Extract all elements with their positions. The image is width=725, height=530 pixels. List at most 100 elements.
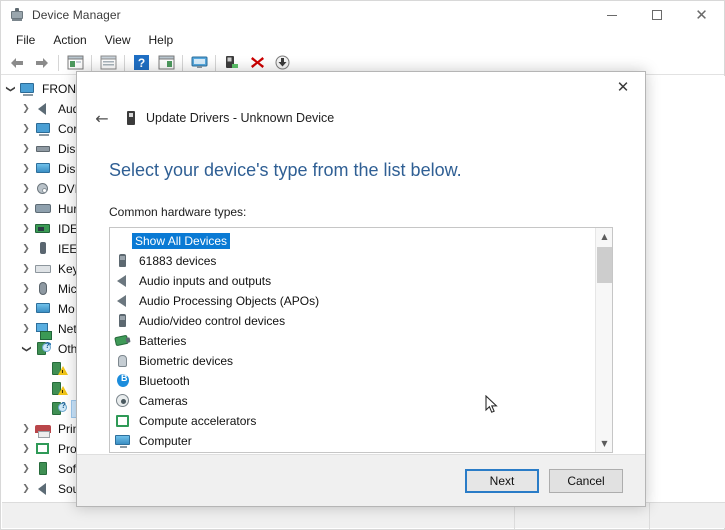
keyboard-icon (34, 261, 52, 277)
close-icon: ✕ (695, 5, 708, 24)
menu-help[interactable]: Help (140, 31, 183, 49)
forward-button[interactable] (30, 52, 54, 74)
sound-controller-icon (34, 481, 52, 497)
speaker-icon (114, 293, 132, 309)
software-device-icon (34, 461, 52, 477)
chevron-down-icon[interactable]: ❯ (16, 341, 36, 357)
chevron-right-icon[interactable]: ❯ (18, 459, 34, 479)
list-item[interactable]: Show All Devices (114, 231, 595, 251)
window-title: Device Manager (32, 8, 121, 22)
chevron-right-icon[interactable]: ❯ (18, 279, 34, 299)
list-item[interactable]: Batteries (114, 331, 595, 351)
chevron-right-icon[interactable]: ❯ (18, 259, 34, 279)
scrollbar-thumb[interactable] (597, 247, 612, 283)
disk-drive-icon (34, 141, 52, 157)
network-adapter-icon (34, 321, 52, 340)
chevron-right-icon[interactable]: ❯ (18, 99, 34, 119)
list-item[interactable]: Bluetooth (114, 371, 595, 391)
dialog-title: Update Drivers - Unknown Device (146, 111, 335, 125)
chevron-right-icon[interactable]: ❯ (18, 179, 34, 199)
menu-action[interactable]: Action (44, 31, 95, 49)
biometric-icon (114, 353, 132, 369)
chevron-right-icon[interactable]: ❯ (18, 219, 34, 239)
chevron-right-icon[interactable]: ❯ (18, 419, 34, 439)
chevron-down-icon: ▼ (601, 439, 608, 448)
window-controls: ✕ (589, 1, 724, 29)
list-item[interactable]: Computer (114, 431, 595, 451)
list-scrollbar[interactable]: ▲ ▼ (595, 228, 612, 452)
chevron-right-icon[interactable]: ❯ (18, 119, 34, 139)
back-button[interactable] (5, 52, 29, 74)
unknown-device-selected-icon (50, 401, 68, 417)
menu-file[interactable]: File (7, 31, 44, 49)
list-item-label: Audio/video control devices (139, 314, 286, 328)
close-icon: ✕ (616, 78, 630, 96)
scroll-down-button[interactable]: ▼ (596, 435, 612, 452)
list-item[interactable]: Audio inputs and outputs (114, 271, 595, 291)
chevron-right-icon[interactable]: ❯ (18, 439, 34, 459)
screen: Device Manager ✕ File Action View Help ?… (0, 0, 725, 530)
svg-text:?: ? (137, 56, 144, 70)
hardware-types-listbox[interactable]: Show All Devices 61883 devices Audio input… (109, 227, 613, 453)
list-item[interactable]: 61883 devices (114, 251, 595, 271)
toolbar-separator (215, 54, 216, 71)
red-x-icon (250, 57, 264, 68)
usb-device-icon (114, 313, 132, 329)
window-list-icon (158, 55, 174, 70)
scroll-up-button[interactable]: ▲ (596, 228, 612, 245)
tree-item-label: Sof (58, 462, 77, 476)
maximize-button[interactable] (634, 1, 679, 29)
list-item[interactable]: Audio/video control devices (114, 311, 595, 331)
list-item-label: Audio Processing Objects (APOs) (139, 294, 320, 308)
dialog-titlebar: ✕ (77, 72, 645, 106)
bluetooth-icon (114, 373, 132, 389)
speaker-icon (34, 101, 52, 117)
warning-triangle-icon (58, 366, 68, 375)
chevron-right-icon[interactable]: ❯ (18, 239, 34, 259)
list-item[interactable]: Compute accelerators (114, 411, 595, 431)
question-badge-icon (58, 401, 67, 412)
chevron-right-icon[interactable]: ❯ (18, 199, 34, 219)
dialog-close-button[interactable]: ✕ (601, 72, 645, 102)
ide-controller-icon (34, 221, 52, 237)
next-button[interactable]: Next (465, 468, 539, 493)
list-item-label: Audio inputs and outputs (139, 274, 272, 288)
cancel-button[interactable]: Cancel (549, 468, 623, 493)
menu-view[interactable]: View (96, 31, 140, 49)
ieee-usb-icon (34, 241, 52, 257)
processor-icon (34, 441, 52, 457)
chevron-up-icon: ▲ (601, 232, 608, 241)
chevron-right-icon[interactable]: ❯ (18, 299, 34, 319)
minimize-button[interactable] (589, 1, 634, 29)
list-item-label: Cameras (139, 394, 188, 408)
computer-icon (34, 121, 52, 137)
close-button[interactable]: ✕ (679, 1, 724, 29)
toolbar-separator (124, 54, 125, 71)
unknown-device-warning-icon (50, 361, 68, 377)
chevron-right-icon[interactable]: ❯ (18, 159, 34, 179)
chevron-right-icon[interactable]: ❯ (18, 319, 34, 339)
hardware-types-list[interactable]: Show All Devices 61883 devices Audio input… (110, 228, 595, 452)
chevron-right-icon[interactable]: ❯ (18, 479, 34, 499)
speaker-icon (114, 273, 132, 289)
other-devices-icon (34, 341, 52, 357)
chevron-right-icon[interactable]: ❯ (18, 139, 34, 159)
list-item-label: Bluetooth (139, 374, 190, 388)
dialog-back-button[interactable]: ← (89, 106, 115, 130)
list-item[interactable]: Audio Processing Objects (APOs) (114, 291, 595, 311)
device-manager-icon (9, 7, 25, 23)
list-item-label: Batteries (139, 334, 187, 348)
list-item[interactable]: Digital Media Devices (114, 451, 595, 452)
back-arrow-icon: ← (95, 108, 109, 128)
list-item-label: Computer (139, 434, 192, 448)
list-item[interactable]: Biometric devices (114, 351, 595, 371)
compute-accelerator-icon (114, 413, 132, 429)
computer-icon (18, 81, 36, 97)
update-driver-icon (100, 55, 116, 70)
toolbar-separator (91, 54, 92, 71)
dvd-drive-icon (34, 181, 52, 197)
list-item[interactable]: Cameras (114, 391, 595, 411)
list-item-label: Biometric devices (139, 354, 234, 368)
toolbar-separator (182, 54, 183, 71)
